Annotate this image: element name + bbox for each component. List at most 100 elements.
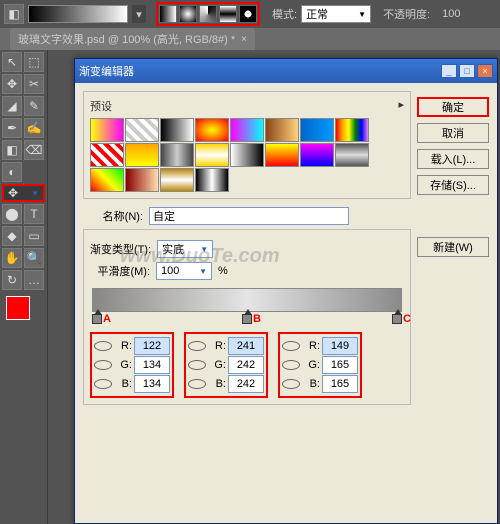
close-icon[interactable]: × [241, 34, 247, 45]
angle-gradient-icon[interactable] [199, 5, 217, 23]
document-tab[interactable]: 玻璃文字效果.psd @ 100% (高光, RGB/8#) * × [10, 28, 255, 50]
preset-swatch[interactable] [195, 118, 229, 142]
rgb-set-c: R:149G:165B:165 [278, 332, 362, 398]
tool-9[interactable]: ⌫ [24, 140, 44, 160]
color-stop-a[interactable]: A [92, 314, 102, 324]
tool-15[interactable]: ▭ [24, 226, 44, 246]
tool-4[interactable]: ◢ [2, 96, 22, 116]
tool-6[interactable]: ✒ [2, 118, 22, 138]
tool-3[interactable]: ✂ [24, 74, 44, 94]
type-label: 渐变类型(T): [90, 241, 151, 257]
b-input[interactable]: 165 [322, 375, 358, 393]
cancel-button[interactable]: 取消 [417, 123, 489, 143]
preset-swatch[interactable] [125, 118, 159, 142]
r-input[interactable]: 122 [134, 337, 170, 355]
maximize-button[interactable]: □ [459, 64, 475, 78]
preset-swatch[interactable] [125, 143, 159, 167]
b-input[interactable]: 242 [228, 375, 264, 393]
tool-5[interactable]: ✎ [24, 96, 44, 116]
preset-swatch[interactable] [125, 168, 159, 192]
g-input[interactable]: 242 [228, 356, 264, 374]
tool-13[interactable]: T [24, 204, 44, 224]
gradient-type-group [156, 2, 260, 26]
b-input[interactable]: 134 [134, 375, 170, 393]
preset-swatch[interactable] [230, 118, 264, 142]
radio-b[interactable] [94, 379, 112, 389]
tool-19[interactable]: … [24, 270, 44, 290]
preset-grid [90, 118, 370, 192]
diamond-gradient-icon[interactable] [239, 5, 257, 23]
tool-11[interactable]: ✥ [2, 184, 45, 202]
ok-button[interactable]: 确定 [417, 97, 489, 117]
tool-16[interactable]: ✋ [2, 248, 22, 268]
preset-swatch[interactable] [335, 143, 369, 167]
gradient-editor-dialog: 渐变编辑器 _ □ × 预设 ▸ 名称(N): 自定 [74, 58, 498, 524]
close-button[interactable]: × [477, 64, 493, 78]
tool-10[interactable]: ◐ [2, 162, 22, 182]
preset-swatch[interactable] [300, 118, 334, 142]
preset-swatch[interactable] [300, 143, 334, 167]
radio-r[interactable] [282, 341, 300, 351]
gradient-type-select[interactable]: 实底 [157, 240, 213, 258]
preset-swatch[interactable] [230, 143, 264, 167]
new-button[interactable]: 新建(W) [417, 237, 489, 257]
preset-swatch[interactable] [265, 143, 299, 167]
mode-label: 模式: [272, 6, 297, 22]
gradient-preview[interactable] [28, 5, 128, 23]
color-stop-b[interactable]: B [242, 314, 252, 324]
minimize-button[interactable]: _ [441, 64, 457, 78]
rgb-set-b: R:241G:242B:242 [184, 332, 268, 398]
tool-1[interactable]: ⬚ [24, 52, 44, 72]
foreground-color[interactable] [6, 296, 30, 320]
r-input[interactable]: 241 [228, 337, 264, 355]
radio-g[interactable] [282, 360, 300, 370]
tool-18[interactable]: ↻ [2, 270, 22, 290]
preset-swatch[interactable] [160, 168, 194, 192]
blend-mode-select[interactable]: 正常 [301, 5, 371, 23]
tab-title: 玻璃文字效果.psd @ 100% (高光, RGB/8#) * [18, 31, 235, 47]
smooth-label: 平滑度(M): [90, 263, 150, 279]
name-input[interactable]: 自定 [149, 207, 349, 225]
preset-swatch[interactable] [195, 168, 229, 192]
save-button[interactable]: 存储(S)... [417, 175, 489, 195]
color-stop-c[interactable]: C [392, 314, 402, 324]
toolbox: ↖⬚✥✂◢✎✒✍◧⌫◐✥⬤T◆▭✋🔍↻… [0, 50, 48, 524]
rgb-set-a: R:122G:134B:134 [90, 332, 174, 398]
radio-g[interactable] [188, 360, 206, 370]
preset-swatch[interactable] [160, 118, 194, 142]
tool-2[interactable]: ✥ [2, 74, 22, 94]
preset-swatch[interactable] [90, 118, 124, 142]
preset-swatch[interactable] [90, 143, 124, 167]
opacity-value: 100 [442, 8, 460, 20]
reflected-gradient-icon[interactable] [219, 5, 237, 23]
tool-7[interactable]: ✍ [24, 118, 44, 138]
smoothness-input[interactable]: 100 [156, 262, 212, 280]
tool-14[interactable]: ◆ [2, 226, 22, 246]
tool-0[interactable]: ↖ [2, 52, 22, 72]
radio-r[interactable] [188, 341, 206, 351]
tool-preset-icon[interactable]: ◧ [4, 4, 24, 24]
radio-b[interactable] [188, 379, 206, 389]
radio-g[interactable] [94, 360, 112, 370]
g-input[interactable]: 165 [322, 356, 358, 374]
tool-8[interactable]: ◧ [2, 140, 22, 160]
g-input[interactable]: 134 [134, 356, 170, 374]
radio-r[interactable] [94, 341, 112, 351]
preset-swatch[interactable] [160, 143, 194, 167]
radial-gradient-icon[interactable] [179, 5, 197, 23]
name-label: 名称(N): [83, 208, 143, 224]
tool-12[interactable]: ⬤ [2, 204, 22, 224]
preset-swatch[interactable] [90, 168, 124, 192]
preset-menu-icon[interactable]: ▸ [398, 98, 404, 114]
preset-swatch[interactable] [195, 143, 229, 167]
opacity-label: 不透明度: [383, 6, 430, 22]
preset-swatch[interactable] [335, 118, 369, 142]
gradient-dropdown[interactable]: ▾ [132, 5, 146, 23]
tool-17[interactable]: 🔍 [24, 248, 44, 268]
preset-label: 预设 [90, 98, 112, 114]
linear-gradient-icon[interactable] [159, 5, 177, 23]
r-input[interactable]: 149 [322, 337, 358, 355]
load-button[interactable]: 载入(L)... [417, 149, 489, 169]
preset-swatch[interactable] [265, 118, 299, 142]
radio-b[interactable] [282, 379, 300, 389]
